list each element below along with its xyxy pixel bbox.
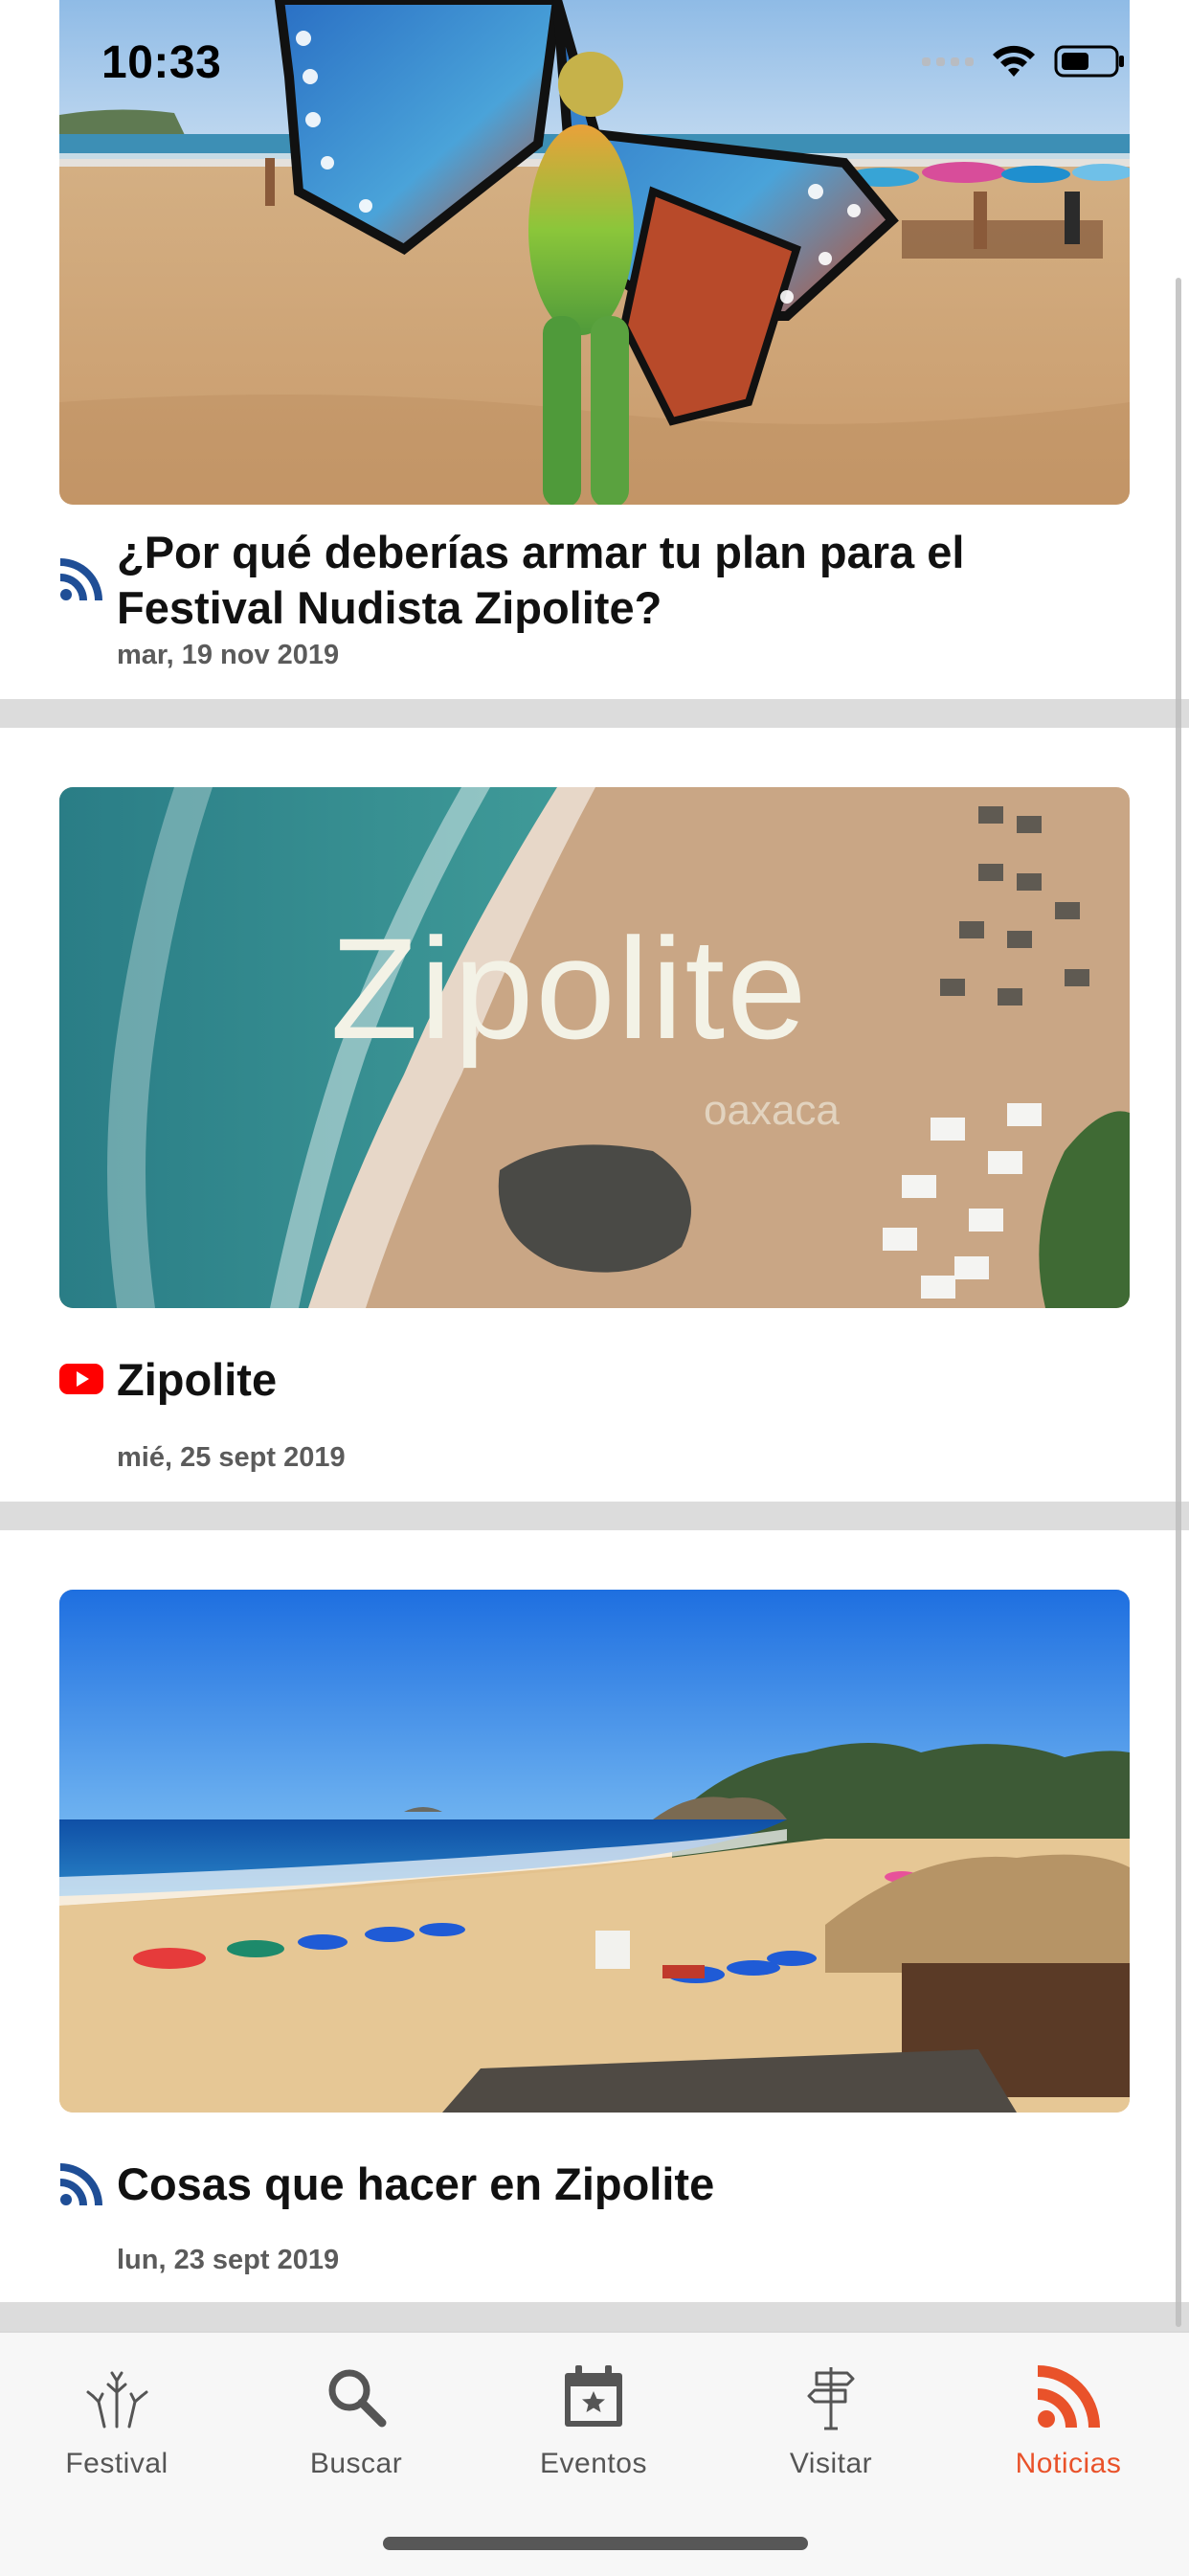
tab-festival[interactable]: Festival <box>21 2360 213 2480</box>
rss-icon <box>1038 2365 1100 2428</box>
article-title-row[interactable]: Zipolite <box>59 1352 1130 1408</box>
rss-icon <box>60 558 102 600</box>
article-title-row[interactable]: Cosas que hacer en Zipolite <box>59 2157 1130 2212</box>
news-card[interactable]: Cosas que hacer en Zipolite lun, 23 sept… <box>0 1530 1189 2302</box>
card-separator <box>0 1502 1189 1530</box>
tab-buscar[interactable]: Buscar <box>260 2360 452 2480</box>
tab-noticias[interactable]: Noticias <box>973 2360 1164 2480</box>
tab-visitar[interactable]: Visitar <box>735 2360 927 2480</box>
card-separator <box>0 2302 1189 2331</box>
signpost-icon <box>807 2367 855 2430</box>
scroll-indicator[interactable] <box>1176 278 1181 2327</box>
status-bar: 10:33 <box>0 0 1189 124</box>
article-image[interactable] <box>59 1590 1130 2113</box>
article-title[interactable]: Zipolite <box>117 1352 277 1408</box>
image-overlay-title: Zipolite <box>330 908 809 1069</box>
youtube-icon <box>59 1364 103 1394</box>
tab-label: Noticias <box>1015 2448 1122 2479</box>
fireworks-icon <box>86 2371 148 2429</box>
image-overlay-subtitle: oaxaca <box>704 1087 840 1134</box>
tab-label: Buscar <box>309 2448 403 2479</box>
status-time: 10:33 <box>101 37 222 88</box>
article-date: mar, 19 nov 2019 <box>117 640 340 670</box>
cellular-signal-icon <box>922 56 974 66</box>
article-title[interactable]: Cosas que hacer en Zipolite <box>117 2157 714 2212</box>
article-date: mié, 25 sept 2019 <box>117 1442 346 1473</box>
rss-icon <box>60 2163 102 2205</box>
home-indicator[interactable] <box>383 2537 808 2550</box>
search-icon <box>328 2369 387 2428</box>
calendar-icon <box>565 2365 622 2427</box>
card-separator <box>0 699 1189 728</box>
article-date: lun, 23 sept 2019 <box>117 2245 340 2275</box>
tab-eventos[interactable]: Eventos <box>498 2360 689 2480</box>
article-image[interactable]: Zipolite oaxaca <box>59 787 1130 1308</box>
tab-label: Eventos <box>540 2448 647 2479</box>
tab-label: Visitar <box>789 2448 873 2479</box>
article-title-row[interactable]: ¿Por qué deberías armar tu plan para el … <box>59 525 1130 636</box>
tab-bar: Festival Buscar Eventos Visitar Noticias <box>0 2331 1189 2576</box>
status-indicators <box>922 44 1127 79</box>
news-card[interactable]: Zipolite oaxaca Zipolite mié, 25 sept 20… <box>0 728 1189 1502</box>
battery-icon <box>1054 45 1124 78</box>
wifi-icon <box>993 45 1035 77</box>
tab-label: Festival <box>65 2448 168 2479</box>
article-title[interactable]: ¿Por qué deberías armar tu plan para el … <box>117 525 1130 636</box>
